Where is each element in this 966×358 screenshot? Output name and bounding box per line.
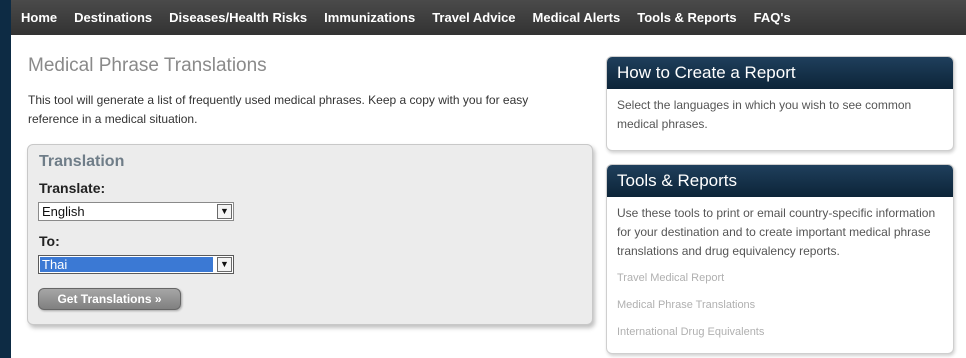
translate-label: Translate: (39, 180, 106, 196)
link-international-drug-equivalents[interactable]: International Drug Equivalents (617, 323, 943, 342)
chevron-down-icon[interactable]: ▼ (217, 204, 232, 219)
how-to-card-text: Select the languages in which you wish t… (617, 98, 912, 131)
nav-medical-alerts[interactable]: Medical Alerts (533, 10, 621, 25)
intro-text: This tool will generate a list of freque… (28, 91, 598, 129)
nav-destinations[interactable]: Destinations (74, 10, 152, 25)
to-select[interactable]: Thai ▼ (38, 255, 234, 274)
nav-diseases-health-risks[interactable]: Diseases/Health Risks (169, 10, 307, 25)
left-edge-bar (0, 0, 11, 358)
translation-panel: Translation Translate: English ▼ To: Tha… (27, 144, 593, 325)
link-travel-medical-report[interactable]: Travel Medical Report (617, 269, 943, 288)
top-navigation: Home Destinations Diseases/Health Risks … (11, 0, 966, 35)
intro-line-2: reference in a medical situation. (28, 112, 198, 126)
nav-travel-advice[interactable]: Travel Advice (432, 10, 515, 25)
translate-select[interactable]: English ▼ (38, 202, 234, 221)
tools-reports-card: Tools & Reports Use these tools to print… (606, 164, 954, 354)
tools-reports-card-text: Use these tools to print or email countr… (617, 206, 936, 258)
tools-reports-card-body: Use these tools to print or email countr… (607, 197, 953, 342)
how-to-card: How to Create a Report Select the langua… (606, 56, 954, 151)
link-medical-phrase-translations[interactable]: Medical Phrase Translations (617, 296, 943, 315)
nav-immunizations[interactable]: Immunizations (324, 10, 415, 25)
nav-home[interactable]: Home (21, 10, 57, 25)
intro-line-1: This tool will generate a list of freque… (28, 93, 529, 107)
page-title: Medical Phrase Translations (28, 55, 267, 76)
translation-panel-title: Translation (39, 153, 125, 170)
how-to-card-title: How to Create a Report (607, 57, 953, 89)
nav-tools-reports[interactable]: Tools & Reports (637, 10, 736, 25)
tools-reports-card-title: Tools & Reports (607, 165, 953, 197)
get-translations-button[interactable]: Get Translations » (38, 288, 181, 310)
chevron-down-icon[interactable]: ▼ (217, 257, 232, 272)
to-label: To: (39, 233, 60, 249)
translate-select-value: English (42, 204, 85, 219)
nav-faqs[interactable]: FAQ's (754, 10, 791, 25)
to-select-value: Thai (40, 257, 213, 272)
